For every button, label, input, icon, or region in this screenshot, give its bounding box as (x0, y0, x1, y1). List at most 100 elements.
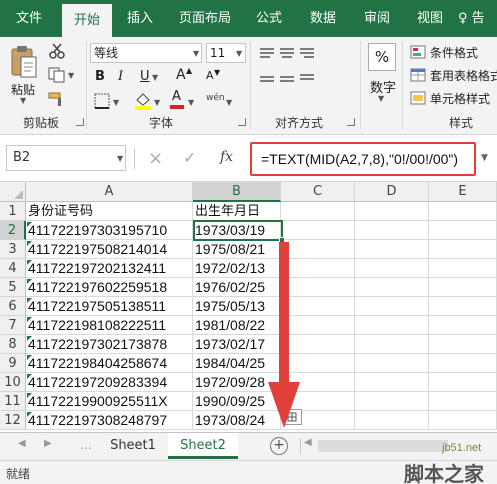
conditional-format-button[interactable]: 条件格式 (430, 44, 478, 61)
cell-e1[interactable] (429, 202, 497, 221)
cell-d9[interactable] (355, 354, 429, 373)
phonetic-dropdown-icon[interactable]: ▼ (226, 98, 232, 107)
confirm-entry-button[interactable]: ✓ (183, 148, 196, 167)
clipboard-launcher-icon[interactable] (76, 118, 84, 126)
italic-button[interactable]: I (118, 69, 123, 84)
font-size-dropdown-icon[interactable]: ▼ (236, 49, 242, 58)
horizontal-scrollbar[interactable] (318, 440, 448, 452)
fill-color-dropdown-icon[interactable]: ▼ (154, 98, 160, 107)
font-launcher-icon[interactable] (238, 118, 246, 126)
cell-e11[interactable] (429, 392, 497, 411)
cell-e4[interactable] (429, 259, 497, 278)
column-header-c[interactable]: C (281, 182, 355, 202)
more-tabs-icon[interactable]: … (80, 438, 92, 452)
row-header[interactable]: 10 (0, 373, 26, 392)
borders-dropdown-icon[interactable]: ▼ (113, 98, 119, 107)
cell-e12[interactable] (429, 411, 497, 430)
column-header-b[interactable]: B (193, 182, 281, 202)
cell-styles-icon[interactable] (410, 91, 426, 105)
cell-c2[interactable] (281, 221, 355, 240)
sheet-tab-sheet2[interactable]: Sheet2 (168, 433, 238, 459)
cell-e8[interactable] (429, 335, 497, 354)
cell-d5[interactable] (355, 278, 429, 297)
underline-button[interactable]: U (140, 69, 150, 84)
row-header[interactable]: 12 (0, 411, 26, 430)
cell-b1[interactable]: 出生年月日 (193, 202, 281, 221)
cell-a5[interactable]: 411722197602259518 (26, 278, 193, 297)
row-header[interactable]: 2 (0, 221, 26, 240)
cell-a3[interactable]: 411722197508214014 (26, 240, 193, 259)
tab-data[interactable]: 数据 (300, 0, 346, 37)
cut-icon[interactable] (48, 43, 66, 59)
cell-a4[interactable]: 411722197202132411 (26, 259, 193, 278)
cell-a11[interactable]: 41172219900925511X (26, 392, 193, 411)
cell-d2[interactable] (355, 221, 429, 240)
name-box[interactable]: B2 (6, 145, 126, 171)
scroll-tabs-left-icon[interactable]: ◀ (18, 438, 26, 449)
tab-home[interactable]: 开始 (62, 4, 112, 37)
row-header[interactable]: 9 (0, 354, 26, 373)
underline-dropdown-icon[interactable]: ▼ (152, 73, 158, 82)
cell-a10[interactable]: 411722197209283394 (26, 373, 193, 392)
cancel-entry-button[interactable]: × (148, 148, 163, 169)
cell-a1[interactable]: 身份证号码 (26, 202, 193, 221)
percent-style-button[interactable]: % (368, 43, 396, 71)
insert-function-button[interactable]: fx (220, 149, 233, 165)
paste-dropdown-icon[interactable]: ▼ (20, 96, 26, 105)
column-header-a[interactable]: A (26, 182, 193, 202)
cell-d6[interactable] (355, 297, 429, 316)
copy-icon[interactable] (48, 67, 66, 83)
fill-color-icon[interactable] (134, 92, 152, 110)
format-as-table-button[interactable]: 套用表格格式 (430, 67, 497, 84)
tab-formulas[interactable]: 公式 (246, 0, 292, 37)
cell-a6[interactable]: 411722197505138511 (26, 297, 193, 316)
row-header[interactable]: 1 (0, 202, 26, 221)
cell-a8[interactable]: 411722197302173878 (26, 335, 193, 354)
tab-review[interactable]: 审阅 (354, 0, 400, 37)
cell-d4[interactable] (355, 259, 429, 278)
borders-icon[interactable] (94, 93, 110, 109)
row-header[interactable]: 7 (0, 316, 26, 335)
tab-page-layout[interactable]: 页面布局 (170, 0, 240, 37)
name-box-dropdown-icon[interactable]: ▼ (117, 154, 123, 163)
horizontal-scroll-left-icon[interactable]: ◀ (304, 437, 312, 448)
column-header-d[interactable]: D (355, 182, 429, 202)
paste-icon[interactable] (10, 45, 38, 79)
row-header[interactable]: 4 (0, 259, 26, 278)
row-header[interactable]: 5 (0, 278, 26, 297)
font-name-dropdown-icon[interactable]: ▼ (193, 49, 199, 58)
cell-d1[interactable] (355, 202, 429, 221)
cell-e7[interactable] (429, 316, 497, 335)
format-painter-icon[interactable] (48, 91, 66, 107)
decrease-font-button[interactable]: A (206, 69, 214, 82)
conditional-format-icon[interactable] (410, 45, 426, 59)
copy-dropdown-icon[interactable]: ▼ (68, 71, 74, 80)
row-header[interactable]: 3 (0, 240, 26, 259)
cell-styles-button[interactable]: 单元格样式 (430, 90, 490, 107)
column-header-e[interactable]: E (429, 182, 497, 202)
font-color-button[interactable]: A (172, 89, 181, 104)
cell-a9[interactable]: 411722198404258674 (26, 354, 193, 373)
font-name-select[interactable]: 等线 (90, 43, 202, 63)
font-color-dropdown-icon[interactable]: ▼ (188, 98, 194, 107)
tab-insert[interactable]: 插入 (116, 0, 164, 37)
tab-file[interactable]: 文件 (4, 0, 54, 37)
cell-d7[interactable] (355, 316, 429, 335)
expand-formula-bar-icon[interactable]: ▼ (481, 153, 488, 163)
scroll-tabs-right-icon[interactable]: ▶ (44, 438, 52, 449)
phonetic-button[interactable]: wén (206, 93, 225, 103)
align-buttons-icon[interactable] (258, 45, 314, 71)
select-all-button[interactable] (0, 182, 26, 202)
cell-e5[interactable] (429, 278, 497, 297)
cell-e2[interactable] (429, 221, 497, 240)
bold-button[interactable]: B (95, 69, 105, 84)
cell-e6[interactable] (429, 297, 497, 316)
cell-d12[interactable] (355, 411, 429, 430)
formula-input[interactable]: =TEXT(MID(A2,7,8),"0!/00!/00") (261, 147, 458, 171)
cell-d8[interactable] (355, 335, 429, 354)
increase-font-button[interactable]: A (176, 67, 186, 83)
cell-e3[interactable] (429, 240, 497, 259)
number-format-dropdown-icon[interactable]: ▼ (378, 94, 384, 103)
cell-e9[interactable] (429, 354, 497, 373)
cell-d10[interactable] (355, 373, 429, 392)
